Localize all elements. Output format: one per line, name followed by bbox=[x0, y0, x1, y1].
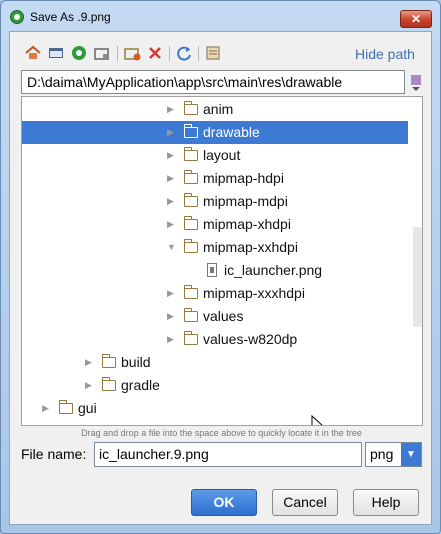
file-name-label: File name: bbox=[21, 446, 87, 462]
tree-scrollbar[interactable] bbox=[411, 97, 422, 425]
module-folder-icon[interactable] bbox=[93, 44, 111, 62]
path-history-icon[interactable] bbox=[409, 72, 423, 92]
folder-icon bbox=[183, 216, 198, 230]
collapsed-arrow-icon[interactable]: ▶ bbox=[85, 351, 97, 374]
expanded-arrow-icon[interactable]: ▼ bbox=[167, 236, 179, 259]
toolbar-separator bbox=[117, 46, 118, 61]
toolbar-separator bbox=[169, 46, 170, 61]
collapsed-arrow-icon[interactable]: ▶ bbox=[167, 144, 179, 167]
collapsed-arrow-icon[interactable]: ▶ bbox=[167, 167, 179, 190]
tree-item-label: mipmap-xhdpi bbox=[203, 216, 291, 232]
help-button[interactable]: Help bbox=[353, 489, 419, 516]
android-studio-icon bbox=[10, 10, 24, 24]
tree-item-label: mipmap-xxhdpi bbox=[203, 239, 298, 255]
tree-item-mipmap-hdpi[interactable]: ▶ mipmap-hdpi bbox=[22, 167, 408, 190]
tree-item-values-w820dp[interactable]: ▶ values-w820dp bbox=[22, 328, 408, 351]
collapsed-arrow-icon[interactable]: ▶ bbox=[85, 374, 97, 397]
tree-item-gui[interactable]: ▶ gui bbox=[22, 397, 408, 420]
title-bar[interactable]: Save As .9.png ✕ bbox=[1, 1, 440, 35]
desktop-icon[interactable] bbox=[47, 44, 65, 62]
collapsed-arrow-icon[interactable]: ▶ bbox=[167, 305, 179, 328]
folder-icon bbox=[183, 285, 198, 299]
drag-drop-hint: Drag and drop a file into the space abov… bbox=[81, 428, 362, 438]
chevron-down-icon[interactable]: ▼ bbox=[401, 443, 421, 466]
tree-item-gradle[interactable]: ▶ gradle bbox=[22, 374, 408, 397]
tree-item-label: mipmap-hdpi bbox=[203, 170, 284, 186]
folder-icon bbox=[183, 124, 198, 138]
file-name-input[interactable]: ic_launcher.9.png bbox=[94, 442, 362, 467]
refresh-icon[interactable] bbox=[175, 44, 193, 62]
tree-item-label: values-w820dp bbox=[203, 331, 298, 347]
folder-icon bbox=[183, 331, 198, 345]
tree-item-mipmap-xxhdpi[interactable]: ▼ mipmap-xxhdpi bbox=[22, 236, 408, 259]
tree-item-label: anim bbox=[203, 101, 234, 117]
window-title: Save As .9.png bbox=[30, 10, 111, 24]
file-type-select[interactable]: png ▼ bbox=[365, 442, 422, 467]
folder-icon bbox=[101, 354, 116, 368]
toolbar bbox=[24, 44, 284, 64]
folder-icon bbox=[183, 147, 198, 161]
image-file-icon bbox=[207, 263, 217, 277]
hide-path-link[interactable]: Hide path bbox=[355, 46, 415, 62]
ok-button[interactable]: OK bbox=[191, 489, 257, 516]
tree-item-mipmap-mdpi[interactable]: ▶ mipmap-mdpi bbox=[22, 190, 408, 213]
tree-item-label: values bbox=[203, 308, 244, 324]
tree-item-label: gui bbox=[78, 400, 97, 416]
tree-item-ic-launcher-png[interactable]: ic_launcher.png bbox=[22, 259, 408, 282]
home-icon[interactable] bbox=[24, 44, 42, 62]
tree-scrollbar-thumb[interactable] bbox=[413, 227, 422, 327]
file-tree[interactable]: ▶ anim ▶ drawable ▶ layout ▶ mipmap-hdpi ▶ mipmap… bbox=[21, 96, 423, 426]
show-hidden-icon[interactable] bbox=[204, 44, 222, 62]
collapsed-arrow-icon[interactable]: ▶ bbox=[167, 190, 179, 213]
collapsed-arrow-icon[interactable]: ▶ bbox=[167, 213, 179, 236]
tree-item-mipmap-xhdpi[interactable]: ▶ mipmap-xhdpi bbox=[22, 213, 408, 236]
folder-icon bbox=[183, 101, 198, 115]
close-button[interactable]: ✕ bbox=[400, 10, 432, 28]
tree-item-label: layout bbox=[203, 147, 241, 163]
file-type-value: png bbox=[370, 446, 394, 462]
save-as-dialog: Save As .9.png ✕ Hide path D:\daima\MyAp… bbox=[0, 0, 441, 534]
tree-item-layout[interactable]: ▶ layout bbox=[22, 144, 408, 167]
tree-item-drawable[interactable]: ▶ drawable bbox=[22, 121, 408, 144]
folder-icon bbox=[183, 308, 198, 322]
collapsed-arrow-icon[interactable]: ▶ bbox=[167, 98, 179, 121]
collapsed-arrow-icon[interactable]: ▶ bbox=[42, 397, 54, 420]
toolbar-separator bbox=[198, 46, 199, 61]
tree-item-build[interactable]: ▶ build bbox=[22, 351, 408, 374]
cancel-button[interactable]: Cancel bbox=[272, 489, 338, 516]
tree-item-anim[interactable]: ▶ anim bbox=[22, 98, 408, 121]
tree-item-label: gradle bbox=[121, 377, 160, 393]
folder-icon bbox=[101, 377, 116, 391]
tree-item-label: mipmap-xxxhdpi bbox=[203, 285, 305, 301]
dialog-body: Hide path D:\daima\MyApplication\app\src… bbox=[9, 31, 432, 525]
collapsed-arrow-icon[interactable]: ▶ bbox=[167, 282, 179, 305]
path-field[interactable]: D:\daima\MyApplication\app\src\main\res\… bbox=[21, 70, 405, 94]
tree-item-label: build bbox=[121, 354, 151, 370]
collapsed-arrow-icon[interactable]: ▶ bbox=[167, 328, 179, 351]
tree-item-values[interactable]: ▶ values bbox=[22, 305, 408, 328]
collapsed-arrow-icon[interactable]: ▶ bbox=[167, 121, 179, 144]
folder-icon bbox=[183, 170, 198, 184]
project-icon[interactable] bbox=[70, 44, 88, 62]
tree-item-label: ic_launcher.png bbox=[224, 262, 323, 278]
new-folder-icon[interactable] bbox=[123, 44, 141, 62]
tree-item-label: mipmap-mdpi bbox=[203, 193, 288, 209]
tree-item-mipmap-xxxhdpi[interactable]: ▶ mipmap-xxxhdpi bbox=[22, 282, 408, 305]
delete-icon[interactable] bbox=[146, 44, 164, 62]
folder-icon bbox=[58, 400, 73, 414]
tree-item-label: drawable bbox=[203, 124, 260, 140]
folder-icon bbox=[183, 239, 198, 253]
folder-icon bbox=[183, 193, 198, 207]
